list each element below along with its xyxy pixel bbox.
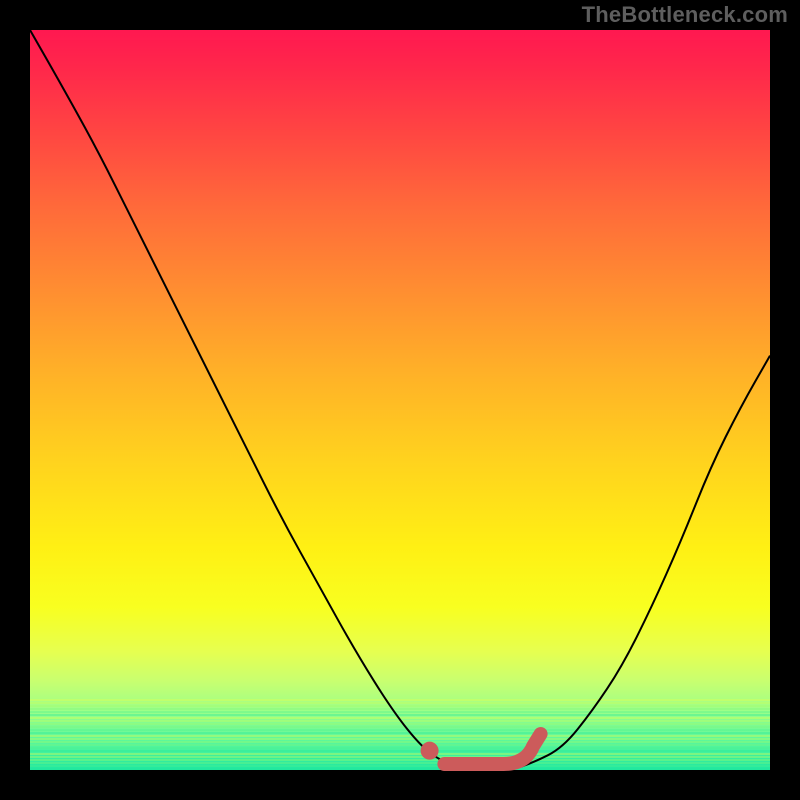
plot-area bbox=[30, 30, 770, 770]
chart-frame: TheBottleneck.com bbox=[0, 0, 800, 800]
bottom-stripes bbox=[30, 700, 770, 770]
watermark-text: TheBottleneck.com bbox=[582, 2, 788, 28]
